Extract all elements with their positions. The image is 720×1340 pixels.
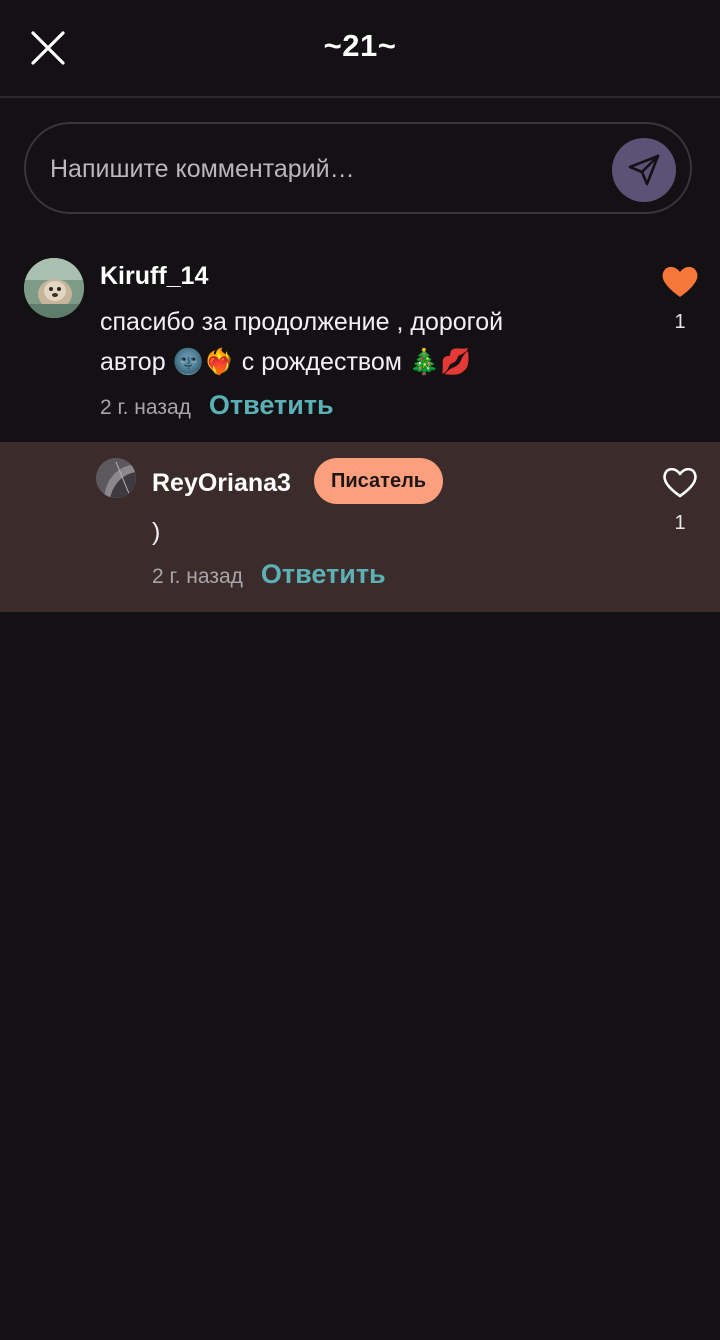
reply-button[interactable]: Ответить [261,559,386,590]
comment-composer [24,122,692,214]
heart-outline-icon[interactable] [660,463,700,503]
comment-meta: 2 г. назад Ответить [100,390,334,421]
comment-text: ) [152,518,161,546]
reply-button[interactable]: Ответить [209,390,334,421]
comment-timestamp: 2 г. назад [152,565,243,588]
reply-comment-item: ReyOriana3 Писатель ) 2 г. назад Ответит… [0,442,720,612]
comments-screen: ~21~ Kiruff_14 спасибо [0,0,720,1340]
avatar[interactable] [96,458,136,498]
comment-username[interactable]: Kiruff_14 [100,262,208,291]
comment-timestamp: 2 г. назад [100,396,191,419]
send-icon [628,154,660,186]
send-button[interactable] [612,138,676,202]
comment-username[interactable]: ReyOriana3 [152,469,291,498]
avatar[interactable] [24,258,84,318]
page-title: ~21~ [323,28,397,63]
comment-meta: 2 г. назад Ответить [152,559,386,590]
comment-text: спасибо за продолжение , дорогой автор 🌚… [100,302,640,382]
comment-text-line: автор 🌚❤️‍🔥 с рождеством 🎄💋 [100,348,472,376]
avatar-image [96,458,136,498]
avatar-image [24,258,84,318]
comment-item: Kiruff_14 спасибо за продолжение , дорог… [0,256,720,436]
comment-text-line: спасибо за продолжение , дорогой [100,308,504,336]
header: ~21~ [0,0,720,98]
comment-input[interactable] [48,124,612,214]
heart-filled-icon[interactable] [660,262,700,302]
writer-badge: Писатель [314,458,444,504]
like-count: 1 [674,311,686,333]
like-count: 1 [674,512,686,534]
